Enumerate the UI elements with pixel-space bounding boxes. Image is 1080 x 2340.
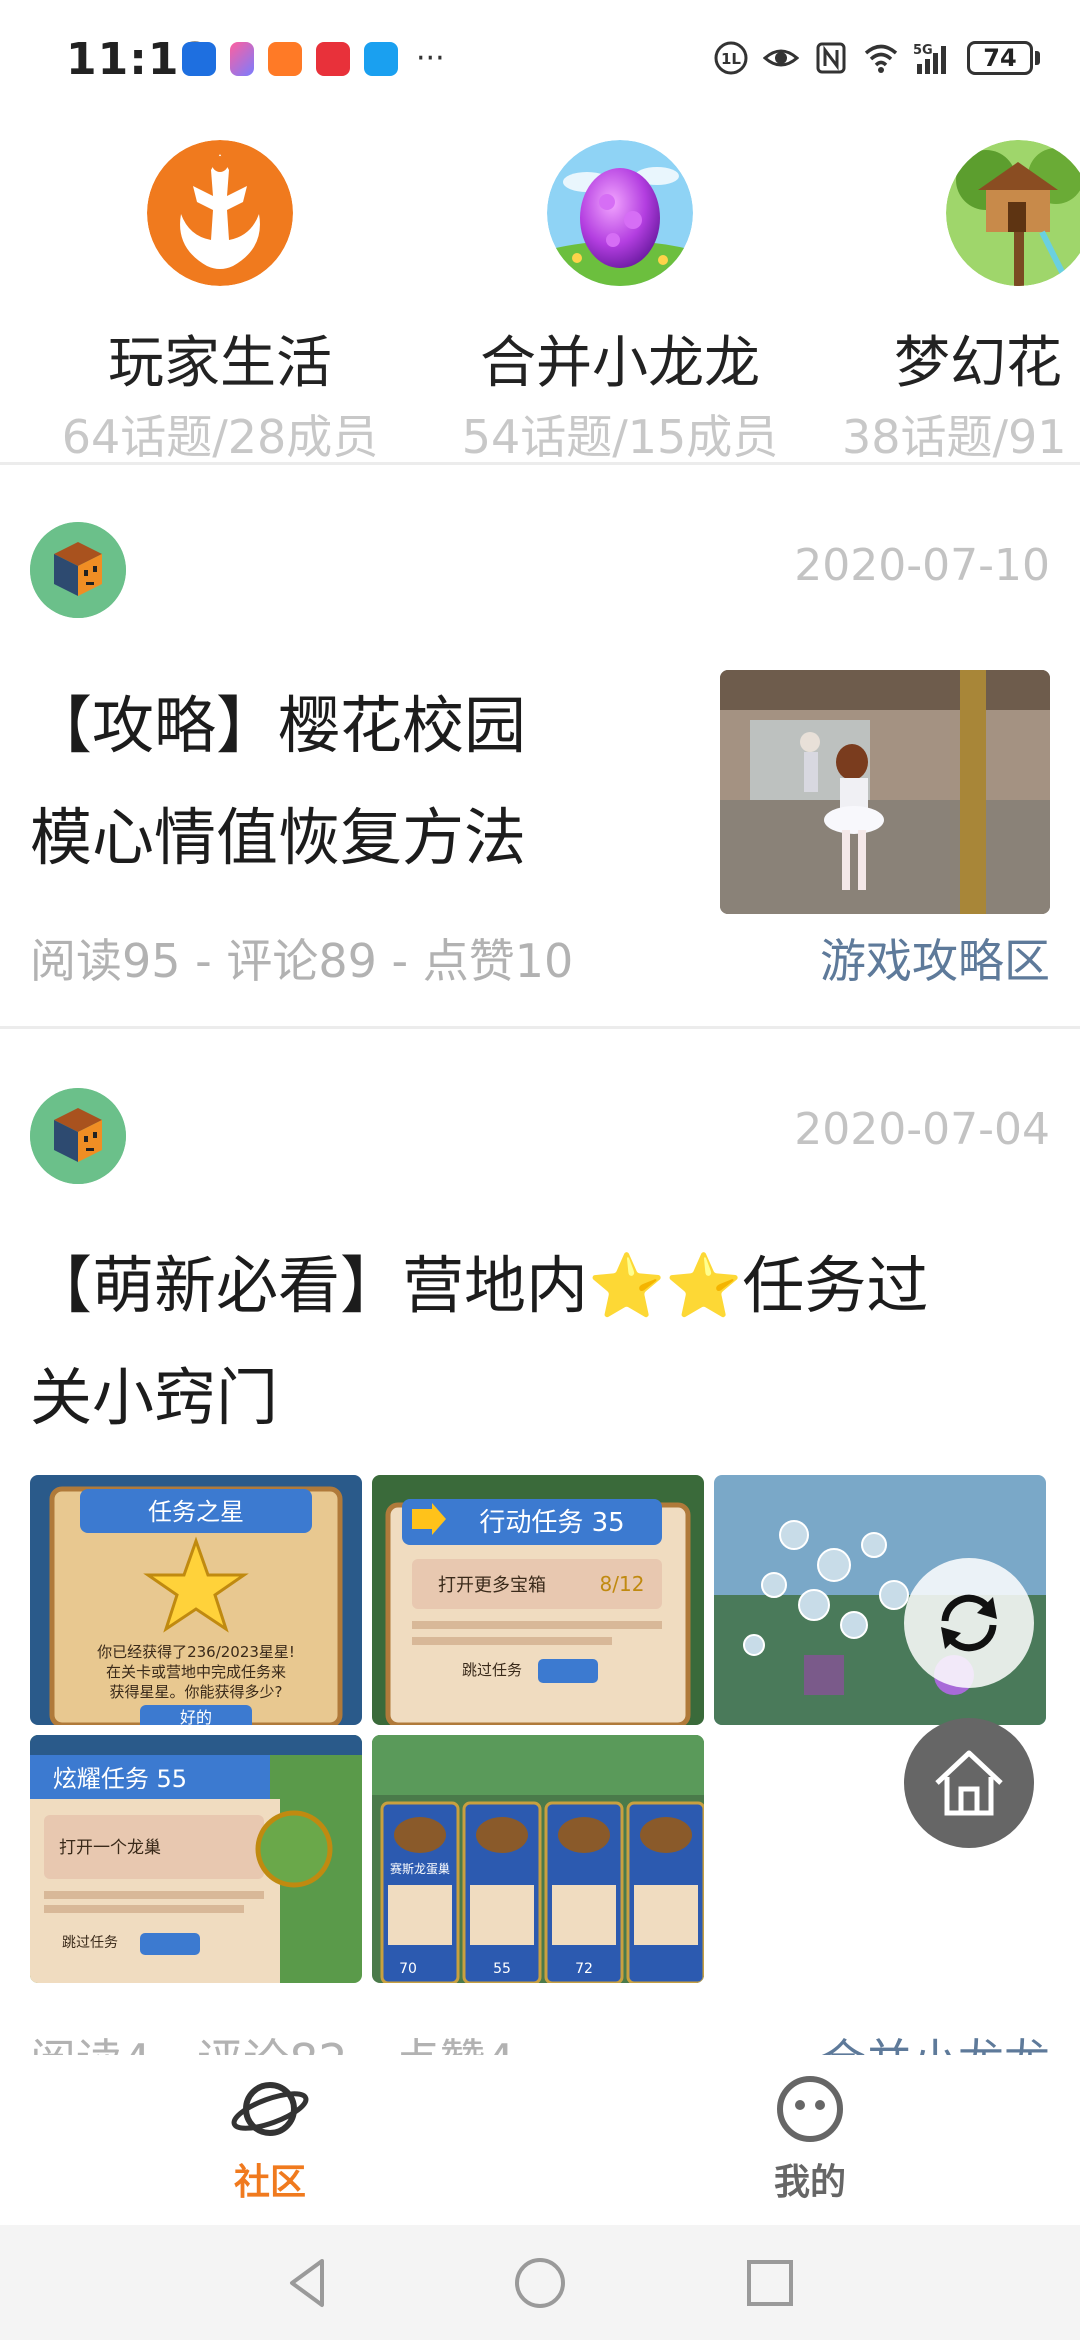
smiley-face-icon xyxy=(777,2076,843,2142)
image-text: 8/12 xyxy=(600,1572,645,1596)
search-app-icon xyxy=(364,42,398,76)
post-title-line[interactable]: 关小窍门 xyxy=(30,1342,278,1454)
post-date: 2020-07-10 xyxy=(794,540,1050,591)
divider xyxy=(0,462,1080,465)
taobao-app-icon xyxy=(316,42,350,76)
notification-icons: ··· xyxy=(182,42,445,76)
image-text: 跳过任务 xyxy=(462,1661,522,1679)
wifi-icon xyxy=(864,44,898,73)
system-navigation-bar xyxy=(0,2225,1080,2340)
image-text: 72 xyxy=(575,1961,593,1977)
post-image[interactable]: 任务之星 你已经获得了236/2023星星! 在关卡或营地中完成任务来 获得星星… xyxy=(30,1475,362,1725)
circle-name: 玩家生活 xyxy=(108,331,332,396)
more-notifications-icon: ··· xyxy=(416,41,445,76)
system-status-icons: 1L 5G 74 xyxy=(713,40,1040,76)
circle-meta: 38话题/91 xyxy=(842,410,1067,460)
image-title: 行动任务 35 xyxy=(479,1508,624,1538)
home-circle-icon[interactable] xyxy=(512,2255,568,2311)
nav-label: 我的 xyxy=(773,2162,846,2203)
nav-tab-mine[interactable]: 我的 xyxy=(710,2073,910,2205)
image-title: 炫耀任务 55 xyxy=(53,1765,187,1793)
post-image[interactable]: 炫耀任务 55 打开一个龙巢 跳过任务 xyxy=(30,1735,362,1983)
nav-tab-community[interactable]: 社区 xyxy=(170,2073,370,2205)
circle-item-merge-dragon[interactable]: 合并小龙龙 54话题/15成员 xyxy=(450,140,790,460)
bottom-navigation: 社区 我的 xyxy=(0,2055,1080,2225)
svg-text:1L: 1L xyxy=(721,50,741,68)
nav-label: 社区 xyxy=(233,2162,306,2203)
home-button[interactable] xyxy=(904,1718,1034,1848)
back-icon[interactable] xyxy=(282,2255,338,2311)
treehouse-icon xyxy=(946,140,1080,286)
post-title-line[interactable]: 【萌新必看】营地内⭐⭐任务过 xyxy=(30,1230,928,1342)
eye-icon xyxy=(763,49,799,67)
image-text: 在关卡或营地中完成任务来 xyxy=(106,1663,286,1681)
image-text: 跳过任务 xyxy=(62,1935,118,1951)
circles-row[interactable]: 玩家生活 64话题/28成员 合并小龙龙 54话题/15成员 梦幻花 38话题/… xyxy=(0,140,1080,460)
circle-meta: 64话题/28成员 xyxy=(61,410,379,460)
home-icon xyxy=(935,1750,1003,1816)
circle-name: 梦幻花 xyxy=(894,331,1062,396)
post-stats: 阅读95 - 评论89 - 点赞10 xyxy=(30,934,574,988)
circle-name: 合并小龙龙 xyxy=(480,331,760,396)
nfc-icon xyxy=(816,42,846,74)
post-title-line[interactable]: 模心情值恢复方法 xyxy=(30,782,526,894)
planet-icon xyxy=(231,2082,309,2136)
svg-text:5G: 5G xyxy=(913,43,933,58)
signal-5g-icon: 5G xyxy=(913,43,946,74)
post-image[interactable]: 行动任务 35 打开更多宝箱 8/12 跳过任务 xyxy=(372,1475,704,1725)
image-text: 获得星星。你能获得多少? xyxy=(110,1683,283,1701)
browser-app-icon xyxy=(182,42,216,76)
image-text: 55 xyxy=(493,1961,511,1977)
divider xyxy=(0,1026,1080,1029)
image-text: 70 xyxy=(399,1961,417,1977)
hd-call-icon: 1L xyxy=(714,41,748,75)
refresh-icon xyxy=(941,1594,997,1652)
image-title: 任务之星 xyxy=(148,1498,244,1526)
purple-dragon-egg-icon xyxy=(547,140,693,286)
post-image[interactable]: 赛斯龙蛋巢 70 55 72 xyxy=(372,1735,704,1983)
video-app-icon xyxy=(268,42,302,76)
warrior-sword-logo-icon xyxy=(147,140,293,286)
battery-indicator: 74 xyxy=(967,41,1040,75)
circle-item-dream-flower[interactable]: 梦幻花 38话题/91 xyxy=(842,140,1080,460)
image-text: 赛斯龙蛋巢 xyxy=(390,1861,450,1876)
status-bar: 11:18 ··· 1L 5G 74 xyxy=(0,0,1080,120)
circle-item-player-life[interactable]: 玩家生活 64话题/28成员 xyxy=(50,140,390,460)
post-date: 2020-07-04 xyxy=(794,1104,1050,1155)
image-text: 你已经获得了236/2023星星! xyxy=(97,1643,295,1661)
image-text: 打开一个龙巢 xyxy=(59,1838,161,1858)
post-category-tag[interactable]: 游戏攻略区 xyxy=(820,925,1050,991)
post-title-line[interactable]: 【攻略】樱花校园 xyxy=(30,670,526,782)
post-thumbnail[interactable] xyxy=(720,670,1050,914)
refresh-button[interactable] xyxy=(904,1558,1034,1688)
circle-meta: 54话题/15成员 xyxy=(461,410,779,460)
colorful-app-icon xyxy=(230,42,254,76)
recent-apps-icon[interactable] xyxy=(742,2255,798,2311)
image-text: 打开更多宝箱 xyxy=(438,1575,546,1596)
user-avatar[interactable] xyxy=(30,1088,126,1184)
user-avatar[interactable] xyxy=(30,522,126,618)
image-button-text: 好的 xyxy=(180,1708,212,1725)
battery-level: 74 xyxy=(983,44,1017,72)
